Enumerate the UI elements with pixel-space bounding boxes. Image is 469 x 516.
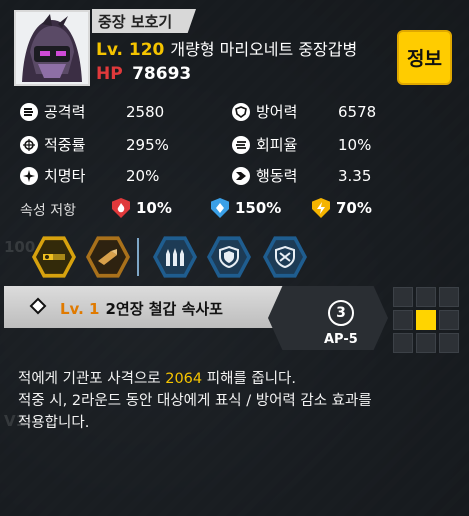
machine-gun-skill-icon bbox=[43, 254, 65, 260]
description-text: 적에게 기관포 사격으로 bbox=[18, 371, 166, 387]
bg-ghost-1: 100 bbox=[4, 238, 36, 256]
unit-portrait bbox=[14, 10, 90, 86]
evasion-icon bbox=[232, 135, 250, 154]
speed-icon bbox=[232, 166, 250, 185]
shield-break-icon bbox=[275, 245, 295, 269]
range-target-icon: 3 bbox=[328, 300, 354, 326]
hp-label: HP bbox=[96, 64, 123, 84]
description-line-3: 적용합니다. bbox=[18, 415, 90, 431]
stat-label: 치명타 bbox=[44, 167, 86, 185]
stat-defense: 방어력 6578 bbox=[232, 101, 376, 122]
stat-label: 회피율 bbox=[256, 136, 298, 154]
ice-resistance-value: 150% bbox=[235, 199, 282, 217]
stat-label: 적중률 bbox=[44, 136, 86, 154]
stat-value: 20% bbox=[126, 166, 160, 185]
stat-evasion: 회피율 10% bbox=[232, 134, 371, 155]
grid-cell bbox=[393, 310, 413, 330]
grid-cell bbox=[416, 287, 436, 307]
damage-value: 2064 bbox=[165, 371, 203, 387]
missile-barrage-icon bbox=[166, 248, 184, 266]
description-line-2: 적중 시, 2라운드 동안 대상에게 표식 / 방어력 감소 효과를 bbox=[18, 393, 372, 409]
description-text: 피해를 줍니다. bbox=[202, 371, 297, 387]
crit-icon bbox=[20, 166, 38, 185]
ice-icon bbox=[211, 198, 229, 218]
grid-cell-target bbox=[416, 310, 436, 330]
stat-attack: 공격력 2580 bbox=[20, 101, 164, 122]
stat-value: 3.35 bbox=[338, 166, 372, 185]
unit-name: 개량형 마리오네트 중장갑병 bbox=[170, 40, 358, 59]
marionette-portrait-icon bbox=[16, 12, 88, 84]
fire-icon bbox=[112, 198, 130, 218]
defense-icon bbox=[232, 102, 250, 121]
skill-level: Lv. 1 bbox=[60, 300, 100, 318]
stat-value: 10% bbox=[338, 135, 372, 154]
stat-label: 방어력 bbox=[256, 103, 298, 121]
attack-icon bbox=[20, 102, 38, 121]
stat-label: 공격력 bbox=[44, 103, 86, 121]
grid-cell bbox=[439, 333, 459, 353]
unit-level-line: Lv. 120 개량형 마리오네트 중장갑병 bbox=[96, 36, 357, 60]
stat-crit: 치명타 20% bbox=[20, 165, 159, 186]
stat-speed: 행동력 3.35 bbox=[232, 165, 371, 186]
description-line-1: 적에게 기관포 사격으로 2064 피해를 줍니다. bbox=[18, 368, 458, 390]
info-button[interactable]: 정보 bbox=[397, 30, 452, 85]
hp-value: 78693 bbox=[132, 64, 192, 84]
skill-ap-cost: AP-5 bbox=[324, 332, 358, 347]
shield-buff-icon bbox=[219, 245, 239, 269]
stat-value: 6578 bbox=[338, 102, 377, 121]
skill-title: Lv. 1 2연장 철갑 속사포 bbox=[60, 298, 223, 319]
shell-skill-icon bbox=[98, 249, 117, 265]
resistance-lightning: 70% bbox=[312, 198, 372, 218]
unit-hp: HP 78693 bbox=[96, 64, 191, 84]
fire-resistance-value: 10% bbox=[136, 199, 172, 217]
stat-label: 행동력 bbox=[256, 167, 298, 185]
lightning-icon bbox=[312, 198, 330, 218]
skill-description: 적에게 기관포 사격으로 2064 피해를 줍니다. 적중 시, 2라운드 동안… bbox=[18, 368, 458, 434]
grid-cell bbox=[393, 287, 413, 307]
stat-accuracy: 적중률 295% bbox=[20, 134, 169, 155]
unit-class-tag: 중장 보호기 bbox=[92, 9, 196, 33]
stat-value: 295% bbox=[126, 135, 169, 154]
grid-cell bbox=[416, 333, 436, 353]
skill-divider bbox=[137, 238, 139, 276]
grid-cell bbox=[439, 310, 459, 330]
lightning-resistance-value: 70% bbox=[336, 199, 372, 217]
resistance-ice: 150% bbox=[211, 198, 281, 218]
skill-area-grid bbox=[393, 287, 459, 353]
resistance-label: 속성 저항 bbox=[20, 203, 76, 219]
resistance-fire: 10% bbox=[112, 198, 172, 218]
skill-range: 3 bbox=[336, 305, 346, 321]
skill-name: 2연장 철갑 속사포 bbox=[105, 300, 223, 318]
skill-type-icon bbox=[29, 297, 47, 315]
unit-level: Lv. 120 bbox=[96, 40, 165, 60]
accuracy-icon bbox=[20, 135, 38, 154]
grid-cell bbox=[393, 333, 413, 353]
grid-cell bbox=[439, 287, 459, 307]
stat-value: 2580 bbox=[126, 102, 165, 121]
